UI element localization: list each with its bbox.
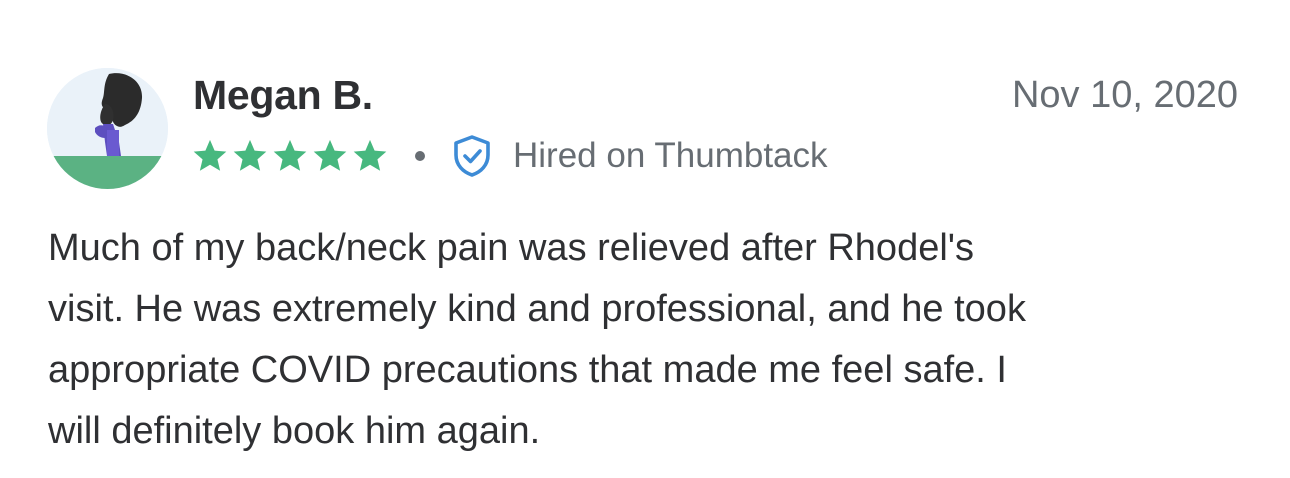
reviewer-name: Megan B. <box>193 72 373 118</box>
hired-label: Hired on Thumbtack <box>513 136 828 175</box>
star-icon <box>193 139 227 171</box>
reviewer-avatar <box>47 68 168 189</box>
hired-badge: Hired on Thumbtack <box>452 133 828 179</box>
star-rating <box>191 137 389 175</box>
star-icon <box>313 139 347 171</box>
shield-check-icon <box>454 135 490 177</box>
star-icon <box>273 139 307 171</box>
review-text-line: will definitely book him again. <box>48 410 541 452</box>
star-icon <box>353 139 387 171</box>
review-text-line: appropriate COVID precautions that made … <box>48 349 1007 391</box>
separator-dot <box>415 151 425 161</box>
avatar-illustration <box>47 68 168 189</box>
review-meta: Hired on Thumbtack <box>191 133 828 179</box>
star-icon <box>233 139 267 171</box>
review-date: Nov 10, 2020 <box>1011 74 1238 116</box>
review-text: Much of my back/neck pain was relieved a… <box>48 218 1248 462</box>
review-text-line: Much of my back/neck pain was relieved a… <box>48 227 975 269</box>
review-text-line: visit. He was extremely kind and profess… <box>48 288 1026 330</box>
review-card: Megan B. Nov 10, 2020 Hired on Thumbtack… <box>0 0 1290 478</box>
